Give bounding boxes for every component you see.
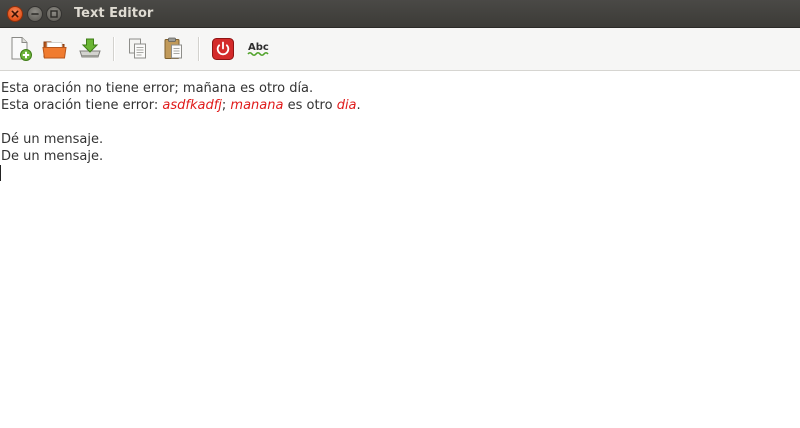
- toolbar-separator: [198, 37, 200, 61]
- maximize-icon: [50, 10, 58, 18]
- text-segment: es otro: [283, 98, 337, 113]
- new-document-icon: [11, 37, 32, 61]
- text-line-2: Esta oración tiene error: asdfkadfj; man…: [1, 97, 361, 114]
- close-window-button[interactable]: [7, 6, 23, 22]
- text-segment: .: [356, 98, 361, 113]
- text-editor-area[interactable]: Esta oración no tiene error; mañana es o…: [0, 72, 800, 428]
- misspelled-word[interactable]: manana: [230, 98, 283, 113]
- text-cursor: [0, 165, 1, 181]
- toolbar-separator: [113, 37, 115, 61]
- quit-button[interactable]: [210, 36, 236, 62]
- minimize-icon: [31, 13, 39, 15]
- text-line-1: Esta oración no tiene error; mañana es o…: [1, 81, 314, 96]
- power-icon: [212, 38, 234, 60]
- minimize-window-button[interactable]: [27, 6, 43, 22]
- misspelled-word[interactable]: asdfkadfj: [162, 98, 222, 113]
- title-bar[interactable]: Text Editor: [0, 0, 800, 28]
- window-title: Text Editor: [74, 6, 154, 21]
- spellcheck-button[interactable]: Abc: [246, 36, 272, 62]
- toolbar: Abc: [0, 28, 800, 71]
- copy-button[interactable]: [125, 36, 151, 62]
- paste-icon: [164, 37, 182, 59]
- text-segment: Esta oración tiene error:: [1, 98, 163, 113]
- text-line-5: De un mensaje.: [1, 149, 104, 164]
- maximize-window-button[interactable]: [46, 6, 62, 22]
- open-folder-icon: [42, 41, 67, 59]
- new-document-button[interactable]: [8, 36, 34, 62]
- save-button[interactable]: [77, 36, 103, 62]
- spellcheck-icon: Abc: [247, 42, 269, 57]
- text-editor-window: Text Editor Abc Esta oración no tiene er…: [0, 0, 800, 428]
- close-icon: [11, 10, 19, 18]
- spellcheck-label: Abc: [248, 42, 269, 53]
- misspelled-word[interactable]: dia: [337, 98, 357, 113]
- text-line-4: Dé un mensaje.: [1, 132, 104, 147]
- save-icon: [79, 38, 101, 58]
- paste-button[interactable]: [161, 36, 187, 62]
- copy-icon: [129, 38, 146, 59]
- open-file-button[interactable]: [42, 36, 68, 62]
